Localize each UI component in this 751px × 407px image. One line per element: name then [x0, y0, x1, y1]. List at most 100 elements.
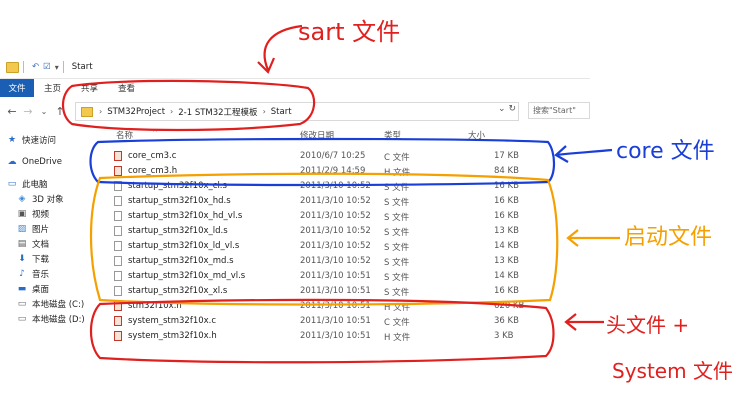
checklist-icon[interactable]: ☑: [43, 62, 51, 72]
annotation-startup-files: 启动文件: [624, 225, 712, 250]
sidebar-item-label: 音乐: [32, 269, 50, 280]
sidebar-item-this-pc[interactable]: ▭ 此电脑: [0, 176, 104, 191]
search-input[interactable]: 搜索"Start": [528, 102, 590, 119]
sidebar-item-label: OneDrive: [22, 156, 62, 167]
folder-icon: [81, 106, 93, 117]
chevron-down-icon[interactable]: ⌄: [36, 107, 52, 116]
sidebar-item-label: 图片: [32, 224, 50, 235]
file-name: startup_stm32f10x_ld_vl.s: [128, 241, 240, 251]
column-headers: ^ 名称 修改日期 类型 大小: [112, 127, 590, 141]
file-type: C 文件: [384, 153, 410, 163]
sidebar-item-label: 文档: [32, 239, 50, 250]
file-row[interactable]: system_stm32f10x.h 2011/3/10 10:51 H 文件 3 K…: [112, 329, 590, 344]
sidebar-item-3d-objects[interactable]: ◈ 3D 对象: [0, 191, 104, 206]
breadcrumb-start[interactable]: Start: [271, 107, 292, 117]
file-list: core_cm3.c 2010/6/7 10:25 C 文件 17 KB core_cm…: [112, 149, 590, 344]
file-type: H 文件: [384, 333, 411, 343]
address-bar[interactable]: › STM32Project › 2-1 STM32工程模板 › Start ⌄…: [75, 102, 519, 121]
file-name: system_stm32f10x.c: [128, 316, 217, 326]
tab-file[interactable]: 文件: [0, 79, 34, 97]
file-row[interactable]: system_stm32f10x.c 2011/3/10 10:51 C 文件 36 …: [112, 314, 590, 329]
chevron-right-icon[interactable]: ›: [99, 107, 102, 116]
file-row[interactable]: core_cm3.c 2010/6/7 10:25 C 文件 17 KB: [112, 149, 590, 164]
sidebar-item-downloads[interactable]: ⬇ 下载: [0, 251, 104, 266]
file-date: 2011/3/10 10:52: [300, 181, 371, 191]
file-type: S 文件: [384, 243, 410, 253]
file-row[interactable]: startup_stm32f10x_hd.s 2011/3/10 10:52 S 文…: [112, 194, 590, 209]
breadcrumb-stm32project[interactable]: STM32Project: [107, 107, 165, 117]
file-type: S 文件: [384, 198, 410, 208]
file-type: C 文件: [384, 318, 410, 328]
file-row[interactable]: startup_stm32f10x_cl.s 2011/3/10 10:52 S 文…: [112, 179, 590, 194]
file-row[interactable]: stm32f10x.h 2011/3/10 10:51 H 文件 620 KB: [112, 299, 590, 314]
explorer-window: ↶ ☑ ▾ Start 文件 主页 共享 查看 ← → ⌄ ↑ › STM32P…: [0, 56, 590, 356]
file-row[interactable]: startup_stm32f10x_ld_vl.s 2011/3/10 10:52…: [112, 239, 590, 254]
sidebar-item-quick-access[interactable]: ★ 快速访问: [0, 132, 104, 147]
file-type: S 文件: [384, 213, 410, 223]
sidebar-item-music[interactable]: ♪ 音乐: [0, 266, 104, 281]
chevron-down-icon[interactable]: ▾: [55, 63, 59, 72]
file-date: 2011/3/10 10:51: [300, 316, 371, 326]
drive-icon: ▭: [17, 313, 27, 324]
tab-home[interactable]: 主页: [34, 79, 71, 97]
column-header-date[interactable]: 修改日期: [300, 129, 334, 141]
file-row[interactable]: startup_stm32f10x_hd_vl.s 2011/3/10 10:52…: [112, 209, 590, 224]
sidebar-item-documents[interactable]: ▤ 文档: [0, 236, 104, 251]
sidebar-item-videos[interactable]: ▣ 视频: [0, 206, 104, 221]
tab-share[interactable]: 共享: [71, 79, 108, 97]
file-type: H 文件: [384, 168, 411, 178]
tab-view[interactable]: 查看: [108, 79, 145, 97]
file-size: 16 KB: [494, 286, 519, 296]
file-row[interactable]: startup_stm32f10x_md_vl.s 2011/3/10 10:51…: [112, 269, 590, 284]
folder-icon: [6, 61, 19, 73]
column-header-name[interactable]: 名称: [116, 129, 133, 141]
file-row[interactable]: startup_stm32f10x_md.s 2011/3/10 10:52 S 文…: [112, 254, 590, 269]
sidebar-item-drive-c[interactable]: ▭ 本地磁盘 (C:): [0, 296, 104, 311]
file-name: startup_stm32f10x_md_vl.s: [128, 271, 246, 281]
chevron-right-icon[interactable]: ›: [170, 107, 173, 116]
file-date: 2011/3/10 10:51: [300, 286, 371, 296]
file-name: core_cm3.h: [128, 166, 178, 176]
file-date: 2011/3/10 10:52: [300, 196, 371, 206]
file-size: 620 KB: [494, 301, 525, 311]
column-header-type[interactable]: 类型: [384, 129, 401, 141]
sidebar-item-drive-d[interactable]: ▭ 本地磁盘 (D:): [0, 311, 104, 326]
file-type: S 文件: [384, 183, 410, 193]
divider: [23, 61, 24, 73]
sidebar-item-onedrive[interactable]: ☁ OneDrive: [0, 154, 104, 169]
sidebar-item-desktop[interactable]: ▬ 桌面: [0, 281, 104, 296]
file-size: 16 KB: [494, 181, 519, 191]
file-date: 2011/3/10 10:52: [300, 226, 371, 236]
sidebar-item-label: 本地磁盘 (C:): [32, 299, 85, 310]
sort-up-icon: ^: [152, 129, 158, 137]
column-header-size[interactable]: 大小: [468, 129, 485, 141]
back-arrow-icon[interactable]: ←: [4, 105, 20, 118]
up-arrow-icon[interactable]: ↑: [52, 105, 68, 118]
s-file-icon: [114, 241, 122, 251]
file-row[interactable]: startup_stm32f10x_xl.s 2011/3/10 10:51 S 文…: [112, 284, 590, 299]
file-row[interactable]: core_cm3.h 2011/2/9 14:59 H 文件 84 KB: [112, 164, 590, 179]
file-size: 14 KB: [494, 271, 519, 281]
file-type: H 文件: [384, 303, 411, 313]
cloud-icon: ☁: [7, 156, 17, 167]
forward-arrow-icon[interactable]: →: [20, 105, 36, 118]
file-size: 13 KB: [494, 226, 519, 236]
chevron-right-icon[interactable]: ›: [263, 107, 266, 116]
annotation-core-files: core 文件: [616, 139, 715, 164]
h-file-icon: [114, 166, 122, 176]
refresh-icon[interactable]: ⌄ ↻: [498, 104, 516, 114]
undo-icon[interactable]: ↶: [32, 62, 39, 72]
annotation-header-files: 头文件 +: [606, 313, 689, 337]
sidebar-item-label: 3D 对象: [32, 194, 64, 205]
file-date: 2011/3/10 10:52: [300, 241, 371, 251]
breadcrumb-template[interactable]: 2-1 STM32工程模板: [178, 106, 257, 118]
file-row[interactable]: startup_stm32f10x_ld.s 2011/3/10 10:52 S 文…: [112, 224, 590, 239]
file-date: 2011/3/10 10:52: [300, 211, 371, 221]
sidebar-item-pictures[interactable]: ▨ 图片: [0, 221, 104, 236]
star-icon: ★: [7, 134, 17, 145]
file-name: startup_stm32f10x_cl.s: [128, 181, 227, 191]
annotation-system-files: System 文件: [612, 359, 733, 383]
file-type: S 文件: [384, 228, 410, 238]
annotation-start-files: sart 文件: [298, 18, 400, 46]
c-file-icon: [114, 151, 122, 161]
